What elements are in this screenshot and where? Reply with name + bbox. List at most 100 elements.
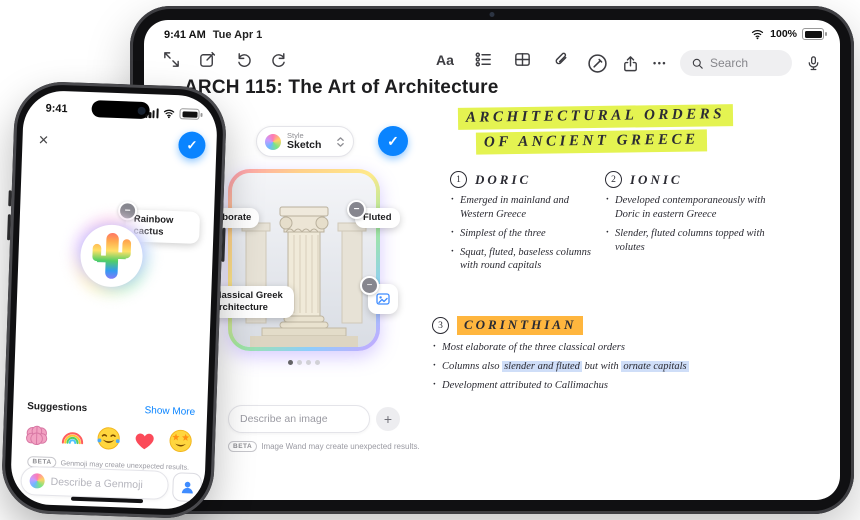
doric-title: DORIC [475,171,532,187]
close-icon[interactable]: × [38,130,49,150]
corinthian-section: 3 CORINTHIAN Most elaborate of the three… [432,316,780,398]
image-reference-icon [376,293,390,305]
ipad-toolbar-right: ••• Search [587,50,822,76]
ipad-battery-percent: 100% [770,28,797,40]
battery-icon [179,108,200,120]
iphone-status-right [145,107,200,120]
image-wand-beta-row: BETA Image Wand may create unexpected re… [228,441,420,452]
describe-genmoji-input[interactable]: Describe a Genmoji [20,465,170,501]
remove-tag-badge[interactable]: − [347,200,366,219]
style-reference-chip[interactable]: − [360,276,398,314]
ipad-status-bar: 9:41 AM Tue Apr 1 [164,29,262,41]
battery-icon [802,28,827,40]
ionic-title: IONIC [630,171,683,187]
accept-image-button[interactable]: ✓ [378,126,408,156]
handwritten-heading-line1: ARCHITECTURAL ORDERS [457,104,734,130]
page-dot[interactable] [306,360,311,365]
ipad-status-time: 9:41 AM [164,29,206,41]
cellular-signal-icon [145,107,159,118]
corinthian-point: Most elaborate of the three classical or… [432,340,780,355]
doric-point: Simplest of the three [450,226,602,241]
checklist-icon[interactable] [474,50,493,69]
image-pagination-dots [288,360,320,365]
redo-icon[interactable] [270,50,289,69]
generated-image-card[interactable] [228,169,380,351]
writing-tools-icon[interactable] [587,53,608,74]
search-icon [692,58,703,69]
corinthian-number: 3 [432,317,449,334]
doric-point: Emerged in mainland and Western Greece [450,193,602,222]
ionic-section: 2 IONIC Developed contemporaneously with… [605,171,773,259]
suggestion-brain-emoji[interactable] [21,420,52,451]
page-dot[interactable] [288,360,293,365]
share-icon[interactable] [621,54,640,73]
wifi-icon [163,109,175,119]
text-format-button[interactable]: Aa [436,52,454,68]
accept-genmoji-button[interactable]: ✓ [177,131,206,160]
ipad-camera [489,12,495,17]
page-dot[interactable] [297,360,302,365]
minimize-icon[interactable] [162,50,181,69]
iphone-status-time: 9:41 [45,102,68,116]
note-title: ARCH 115: The Art of Architecture [184,77,499,98]
volume-up-button [8,190,12,207]
suggestion-heart-emoji[interactable] [129,424,160,455]
show-more-link[interactable]: Show More [144,405,195,418]
suggestion-star-struck-emoji[interactable] [165,425,196,456]
search-placeholder: Search [710,56,749,70]
suggestion-emoji-row [21,420,196,456]
microphone-icon[interactable] [805,54,822,73]
table-icon[interactable] [513,50,532,69]
remove-chip-badge[interactable]: − [360,276,379,295]
genmoji-glow-circle [67,211,156,300]
ipad-status-date: Tue Apr 1 [212,29,263,41]
suggestions-header: Suggestions Show More [27,401,195,418]
image-wand-disclaimer: Image Wand may create unexpected results… [261,442,420,451]
corinthian-point: Development attributed to Callimachus [432,378,780,393]
undo-icon[interactable] [234,50,253,69]
suggestions-label: Suggestions [27,401,88,415]
volume-down-button [7,214,11,241]
doric-number: 1 [450,171,467,188]
page-dot[interactable] [315,360,320,365]
ipad-device: 9:41 AM Tue Apr 1 100% Aa ••• Search ARC… [130,6,854,514]
beta-badge: BETA [228,441,258,452]
rainbow-cactus-emoji [92,233,132,279]
chevron-up-down-icon [337,136,344,147]
describe-image-input[interactable]: Describe an image [228,405,370,433]
add-prompt-button[interactable]: + [376,407,400,431]
wifi-icon [752,30,764,40]
corinthian-point: Columns also slender and fluted but with… [432,359,780,374]
highlighted-phrase: ornate capitals [621,360,689,372]
ipad-toolbar-center: Aa [436,50,571,69]
style-palette-icon [265,133,281,150]
style-value: Sketch [287,138,322,151]
profile-avatar-button[interactable] [172,472,203,503]
ipad-status-right: 100% [750,28,827,40]
ionic-point: Developed contemporaneously with Doric i… [605,193,773,222]
person-icon [181,481,193,494]
highlighted-phrase: slender and fluted [502,360,582,372]
iphone-device: 9:41 × ✓ − Rainbow cactus Suggestions Sh… [0,80,228,520]
dynamic-island [91,100,150,120]
ipad-screen: 9:41 AM Tue Apr 1 100% Aa ••• Search ARC… [144,20,840,500]
ionic-point: Slender, fluted columns topped with volu… [605,226,773,255]
genmoji-input-placeholder: Describe a Genmoji [50,475,143,491]
handwritten-heading-line2: OF ANCIENT GREECE [475,129,707,155]
style-selector[interactable]: Style Sketch [256,126,354,157]
more-options-button[interactable]: ••• [653,58,667,68]
stage: 9:41 AM Tue Apr 1 100% Aa ••• Search ARC… [0,0,860,520]
suggestion-rainbow-emoji[interactable] [57,421,88,452]
doric-point: Squat, fluted, baseless columns with rou… [450,245,602,274]
suggestion-laughing-emoji[interactable] [93,422,124,453]
doric-section: 1 DORIC Emerged in mainland and Western … [450,171,602,278]
attachment-icon[interactable] [552,50,571,69]
genmoji-sparkle-icon [29,473,45,489]
tag-fluted[interactable]: − Fluted [347,200,400,228]
iphone-screen: 9:41 × ✓ − Rainbow cactus Suggestions Sh… [9,89,219,511]
ipad-toolbar-left [162,50,289,69]
corinthian-title: CORINTHIAN [457,316,584,335]
search-input[interactable]: Search [680,50,792,76]
compose-icon[interactable] [198,50,217,69]
ionic-number: 2 [605,171,622,188]
